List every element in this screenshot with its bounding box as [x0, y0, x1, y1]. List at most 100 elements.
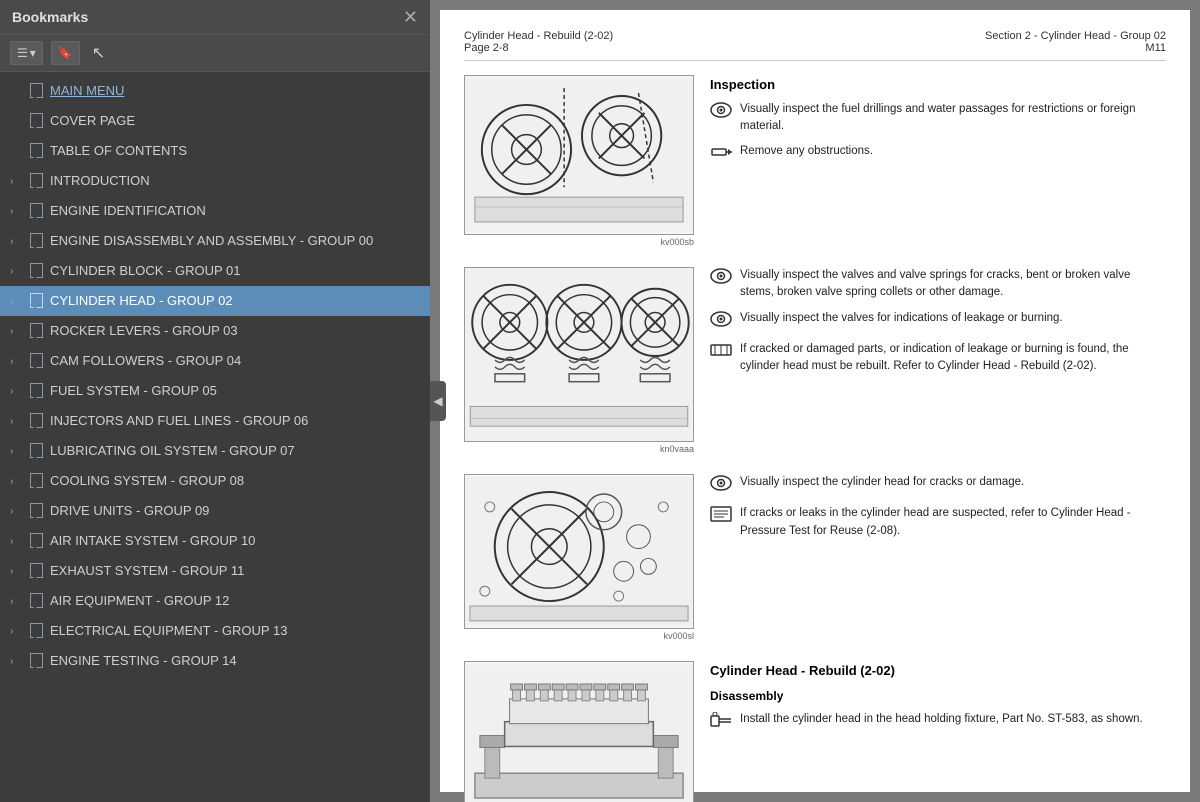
repair-icon: [710, 342, 732, 364]
bookmark-item-cam-followers[interactable]: › CAM FOLLOWERS - GROUP 04: [0, 346, 430, 376]
chevron-icon: ›: [10, 326, 24, 337]
bookmark-label-engine-disassembly: ENGINE DISASSEMBLY AND ASSEMBLY - GROUP …: [50, 233, 422, 250]
bookmark-item-lubricating-oil[interactable]: ›LUBRICATING OIL SYSTEM - GROUP 07: [0, 436, 430, 466]
bookmark-ribbon-icon: [26, 203, 44, 219]
chevron-icon: ›: [10, 536, 24, 547]
bookmarks-list: MAIN MENU COVER PAGETABLE OF CONTENTS›INT…: [0, 72, 430, 802]
eye-icon-svg: [710, 102, 732, 118]
bookmark-item-cylinder-block[interactable]: › CYLINDER BLOCK - GROUP 01: [0, 256, 430, 286]
section-1-row-2: Remove any obstructions.: [710, 143, 1166, 166]
bookmark-item-electrical-equipment[interactable]: ›ELECTRICAL EQUIPMENT - GROUP 13: [0, 616, 430, 646]
eye-icon-3: [710, 311, 732, 333]
bookmark-icon: 🔖: [58, 46, 73, 60]
illustration-3-svg: [465, 475, 693, 628]
section-2-para-3: If cracked or damaged parts, or indicati…: [740, 341, 1166, 376]
toolbar-menu-button[interactable]: ☰▾: [10, 41, 43, 65]
bookmark-ribbon-icon: [26, 353, 44, 369]
bookmark-item-table-of-contents[interactable]: TABLE OF CONTENTS: [0, 136, 430, 166]
sidebar: Bookmarks ✕ ☰▾ 🔖 ↖ MAIN MENU COVER PAGETA…: [0, 0, 430, 802]
section-3-para-2: If cracks or leaks in the cylinder head …: [740, 505, 1166, 540]
section-3-text: Visually inspect the cylinder head for c…: [710, 474, 1166, 548]
bookmark-ribbon-icon: [26, 623, 44, 639]
illustration-wrapper-2: kn0vaaa: [464, 267, 694, 454]
img-caption-1: kv000sb: [464, 237, 694, 247]
eye-icon-2-svg: [710, 268, 732, 284]
illustration-1-svg: [465, 76, 693, 234]
bookmark-item-introduction[interactable]: ›INTRODUCTION: [0, 166, 430, 196]
eye-icon: [710, 102, 732, 124]
menu-icon: ☰: [17, 46, 28, 60]
illustration-wrapper-1: kv000sb: [464, 75, 694, 247]
bookmark-label-air-equipment: AIR EQUIPMENT - GROUP 12: [50, 593, 422, 610]
toolbar-bookmark-button[interactable]: 🔖: [51, 41, 80, 65]
eye-icon-2: [710, 268, 732, 290]
bookmark-item-fuel-system[interactable]: ›FUEL SYSTEM - GROUP 05: [0, 376, 430, 406]
section-1-row-1: Visually inspect the fuel drillings and …: [710, 101, 1166, 136]
bookmark-label-drive-units: DRIVE UNITS - GROUP 09: [50, 503, 422, 520]
bookmark-label-main-menu: MAIN MENU: [50, 83, 422, 100]
repair-icon-svg: [710, 342, 732, 358]
bookmark-label-cylinder-head: CYLINDER HEAD - GROUP 02: [50, 293, 422, 310]
bookmark-item-main-menu[interactable]: MAIN MENU: [0, 76, 430, 106]
section-1-para-1: Visually inspect the fuel drillings and …: [740, 101, 1166, 136]
doc-section-3: kv000sl Visually inspect the cylinder he…: [464, 474, 1166, 641]
section-2-row-3: If cracked or damaged parts, or indicati…: [710, 341, 1166, 376]
section-1-text: Inspection Visually inspect the fuel dri…: [710, 75, 1166, 174]
eye-icon-4: [710, 475, 732, 497]
sidebar-header: Bookmarks ✕: [0, 0, 430, 35]
eye-icon-4-svg: [710, 475, 732, 491]
chevron-icon: ›: [10, 656, 24, 667]
bookmark-ribbon-icon: [26, 83, 44, 99]
illustration-wrapper-3: kv000sl: [464, 474, 694, 641]
bookmark-item-cooling-system[interactable]: ›COOLING SYSTEM - GROUP 08: [0, 466, 430, 496]
bookmark-ribbon-icon: [26, 113, 44, 129]
bookmark-item-engine-identification[interactable]: ›ENGINE IDENTIFICATION: [0, 196, 430, 226]
section-3-row-2: If cracks or leaks in the cylinder head …: [710, 505, 1166, 540]
bookmark-item-air-intake[interactable]: › AIR INTAKE SYSTEM - GROUP 10: [0, 526, 430, 556]
section-4-text: Cylinder Head - Rebuild (2-02) Disassemb…: [710, 661, 1166, 742]
section-2-para-1: Visually inspect the valves and valve sp…: [740, 267, 1166, 302]
bookmark-label-exhaust-system: EXHAUST SYSTEM - GROUP 11: [50, 563, 422, 580]
bookmark-label-cooling-system: COOLING SYSTEM - GROUP 08: [50, 473, 422, 490]
bookmark-item-exhaust-system[interactable]: ›EXHAUST SYSTEM - GROUP 11: [0, 556, 430, 586]
eye-icon-3-svg: [710, 311, 732, 327]
collapse-sidebar-button[interactable]: ◀: [430, 381, 446, 421]
bookmark-item-air-equipment[interactable]: ›AIR EQUIPMENT - GROUP 12: [0, 586, 430, 616]
section-2-para-2: Visually inspect the valves for indicati…: [740, 310, 1063, 327]
header-title: Cylinder Head - Rebuild (2-02): [464, 30, 613, 42]
bookmark-item-injectors-fuel-lines[interactable]: › INJECTORS AND FUEL LINES - GROUP 06: [0, 406, 430, 436]
sidebar-toolbar: ☰▾ 🔖 ↖: [0, 35, 430, 72]
bookmark-item-drive-units[interactable]: ›DRIVE UNITS - GROUP 09: [0, 496, 430, 526]
bookmark-item-cover-page[interactable]: COVER PAGE: [0, 106, 430, 136]
sidebar-close-button[interactable]: ✕: [403, 8, 418, 26]
illustration-2: [464, 267, 694, 442]
chevron-icon: ›: [10, 356, 24, 367]
bookmark-label-cylinder-block: CYLINDER BLOCK - GROUP 01: [50, 263, 422, 280]
chevron-icon: ›: [10, 266, 24, 277]
bookmark-item-engine-testing[interactable]: › ENGINE TESTING - GROUP 14: [0, 646, 430, 676]
bookmark-ribbon-icon: [26, 653, 44, 669]
section-2-text: Visually inspect the valves and valve sp…: [710, 267, 1166, 383]
bookmark-ribbon-icon: [26, 233, 44, 249]
bookmark-ribbon-icon: [26, 173, 44, 189]
bookmark-item-engine-disassembly[interactable]: ›ENGINE DISASSEMBLY AND ASSEMBLY - GROUP…: [0, 226, 430, 256]
doc-section-1: kv000sb Inspection Visually inspect the …: [464, 75, 1166, 247]
bookmark-item-rocker-levers[interactable]: ›ROCKER LEVERS - GROUP 03: [0, 316, 430, 346]
header-section: Section 2 - Cylinder Head - Group 02: [985, 30, 1166, 42]
bookmark-label-cam-followers: CAM FOLLOWERS - GROUP 04: [50, 353, 422, 370]
chevron-icon: ›: [10, 416, 24, 427]
bookmark-label-fuel-system: FUEL SYSTEM - GROUP 05: [50, 383, 422, 400]
bookmark-ribbon-icon: [26, 323, 44, 339]
hand-icon-svg: [710, 712, 732, 728]
bookmark-label-engine-testing: ENGINE TESTING - GROUP 14: [50, 653, 422, 670]
bookmark-label-injectors-fuel-lines: INJECTORS AND FUEL LINES - GROUP 06: [50, 413, 422, 430]
illustration-3: [464, 474, 694, 629]
bookmark-label-air-intake: AIR INTAKE SYSTEM - GROUP 10: [50, 533, 422, 550]
illustration-wrapper-4: kv010sM: [464, 661, 694, 802]
bookmark-item-cylinder-head[interactable]: ›CYLINDER HEAD - GROUP 02: [0, 286, 430, 316]
section-1-para-2: Remove any obstructions.: [740, 143, 873, 160]
cursor-icon: ↖: [92, 43, 105, 63]
doc-section-2: kn0vaaa Visually inspect the valves and …: [464, 267, 1166, 454]
bookmark-label-engine-identification: ENGINE IDENTIFICATION: [50, 203, 422, 220]
bookmark-ribbon-icon: [26, 413, 44, 429]
